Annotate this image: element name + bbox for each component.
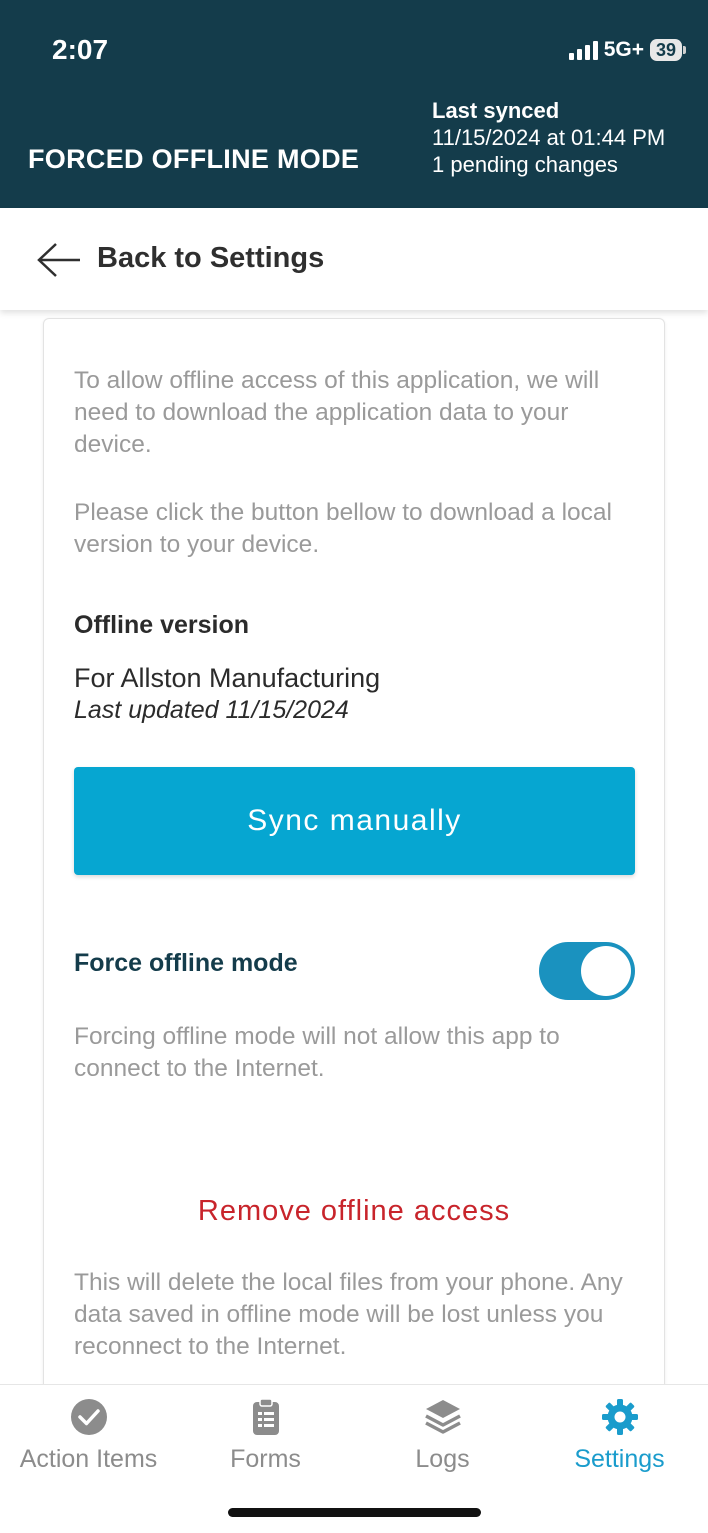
check-circle-icon xyxy=(70,1399,107,1435)
battery-level: 39 xyxy=(649,39,682,61)
toggle-knob xyxy=(581,946,631,996)
force-offline-toggle[interactable] xyxy=(539,942,635,1000)
last-synced-value: 11/15/2024 at 01:44 PM xyxy=(432,125,666,150)
back-to-settings-link[interactable]: Back to Settings xyxy=(97,242,324,275)
nav-label: Forms xyxy=(230,1445,301,1473)
sync-manually-button[interactable]: Sync manually xyxy=(74,767,635,875)
offline-version-heading: Offline version xyxy=(74,611,250,639)
nav-label: Logs xyxy=(415,1445,470,1473)
network-type: 5G+ xyxy=(603,38,644,61)
remove-offline-description: This will delete the local files from yo… xyxy=(74,1269,623,1360)
instruction-text: Please click the button bellow to downlo… xyxy=(74,499,612,558)
intro-text: To allow offline access of this applicat… xyxy=(74,367,600,458)
offline-card: To allow offline access of this applicat… xyxy=(43,318,665,1384)
last-updated: Last updated 11/15/2024 xyxy=(74,696,349,724)
nav-label: Settings xyxy=(574,1445,665,1473)
settings-content[interactable]: To allow offline access of this applicat… xyxy=(0,310,708,1384)
pending-changes: 1 pending changes xyxy=(432,152,618,177)
status-indicators: 5G+ 39 xyxy=(568,38,686,62)
force-offline-description: Forcing offline mode will not allow this… xyxy=(74,1023,560,1082)
gear-icon xyxy=(601,1399,638,1435)
page-title: FORCED OFFLINE MODE xyxy=(28,144,360,174)
nav-action-items[interactable]: Action Items xyxy=(0,1385,177,1495)
nav-logs[interactable]: Logs xyxy=(354,1385,531,1495)
home-indicator[interactable] xyxy=(228,1508,481,1517)
signal-icon xyxy=(568,40,598,60)
nav-label: Action Items xyxy=(19,1445,158,1473)
sync-info: Last synced 11/15/2024 at 01:44 PM 1 pen… xyxy=(432,97,665,178)
nav-forms[interactable]: Forms xyxy=(177,1385,354,1495)
back-bar[interactable]: Back to Settings xyxy=(0,208,708,310)
force-offline-label: Force offline mode xyxy=(74,949,298,977)
remove-offline-access-link[interactable]: Remove offline access xyxy=(44,1195,664,1228)
last-synced-label: Last synced xyxy=(432,98,560,123)
organization-name: For Allston Manufacturing xyxy=(74,663,381,693)
back-arrow-icon[interactable] xyxy=(36,242,82,278)
clipboard-icon xyxy=(252,1398,279,1435)
status-time: 2:07 xyxy=(52,34,109,65)
battery-icon: 39 xyxy=(649,39,686,61)
app-header: 2:07 5G+ 39 FORCED OFFLINE MODE Last syn… xyxy=(0,0,708,208)
nav-settings[interactable]: Settings xyxy=(531,1385,708,1495)
layers-icon xyxy=(424,1400,461,1434)
